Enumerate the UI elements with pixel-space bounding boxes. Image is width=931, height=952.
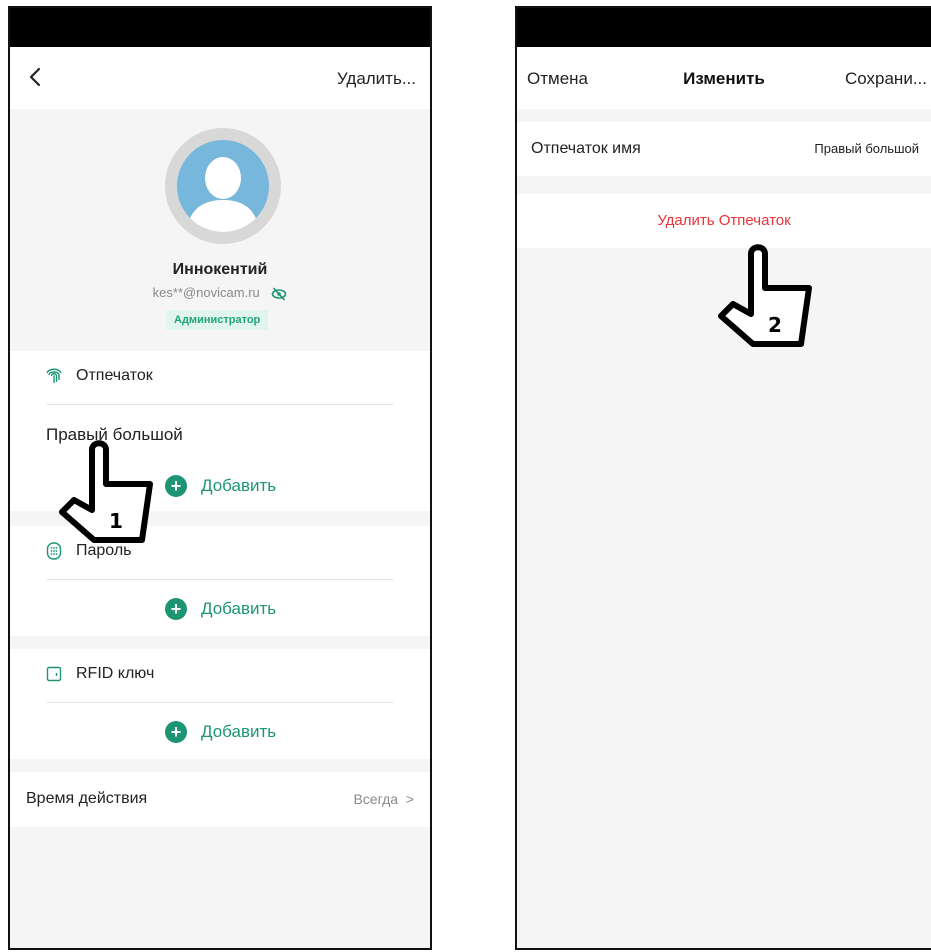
add-fingerprint-label: Добавить (201, 476, 277, 495)
user-profile: Иннокентий kes**@novicam.ru Администрато… (10, 109, 430, 347)
chevron-right-icon: > (401, 791, 414, 807)
nav-bar: Отмена Изменить Сохрани... (517, 47, 931, 109)
divider (46, 702, 394, 703)
divider (46, 404, 394, 405)
validity-label: Время действия (26, 790, 148, 807)
hand-pointer-icon: 1 (59, 440, 153, 543)
avatar (165, 128, 281, 244)
status-bar (10, 8, 430, 47)
validity-value-wrap: Всегда > (353, 791, 414, 807)
user-detail-screen: Удалить... Иннокентий kes**@novicam.ru А… (8, 6, 432, 950)
user-email: kes**@novicam.ru (152, 285, 260, 300)
plus-icon: + (165, 598, 187, 620)
user-name: Иннокентий (172, 261, 268, 278)
validity-row[interactable]: Время действия Всегда > (10, 772, 430, 827)
avatar-person-icon (187, 157, 259, 232)
fingerprint-name-value[interactable]: Правый большой (814, 141, 919, 156)
delete-user-button[interactable]: Удалить... (337, 69, 416, 89)
eye-off-icon[interactable] (271, 287, 287, 301)
hand-pointer-icon: 2 (718, 244, 812, 347)
add-rfid-label: Добавить (201, 722, 277, 741)
nav-bar: Удалить... (10, 47, 430, 109)
back-arrow-icon[interactable] (24, 65, 48, 89)
rfid-section: RFID ключ + Добавить (10, 649, 430, 759)
edit-fingerprint-screen: Отмена Изменить Сохрани... Отпечаток имя… (515, 6, 931, 950)
fingerprint-name-label: Отпечаток имя (531, 140, 641, 157)
step-number: 1 (109, 509, 123, 533)
step-number: 2 (768, 313, 782, 337)
rfid-header: RFID ключ (46, 665, 154, 683)
plus-icon: + (165, 475, 187, 497)
status-bar (517, 8, 931, 47)
add-password-button[interactable]: + Добавить (165, 598, 276, 620)
save-button[interactable]: Сохрани... (845, 69, 927, 89)
add-password-label: Добавить (201, 599, 277, 618)
fingerprint-header: Отпечаток (46, 367, 153, 385)
card-icon (46, 666, 62, 682)
fingerprint-icon (46, 368, 62, 383)
fingerprint-title: Отпечаток (76, 367, 153, 384)
delete-fingerprint-button[interactable]: Удалить Отпечаток (517, 212, 931, 229)
add-fingerprint-button[interactable]: + Добавить (165, 475, 276, 497)
validity-value: Всегда (353, 791, 399, 807)
role-badge: Администратор (166, 310, 269, 330)
divider (46, 579, 394, 580)
fingerprint-name-row[interactable]: Отпечаток имя Правый большой (517, 122, 931, 176)
user-email-row: kes**@novicam.ru (10, 285, 430, 301)
add-rfid-button[interactable]: + Добавить (165, 721, 276, 743)
plus-icon: + (165, 721, 187, 743)
rfid-title: RFID ключ (76, 665, 155, 682)
